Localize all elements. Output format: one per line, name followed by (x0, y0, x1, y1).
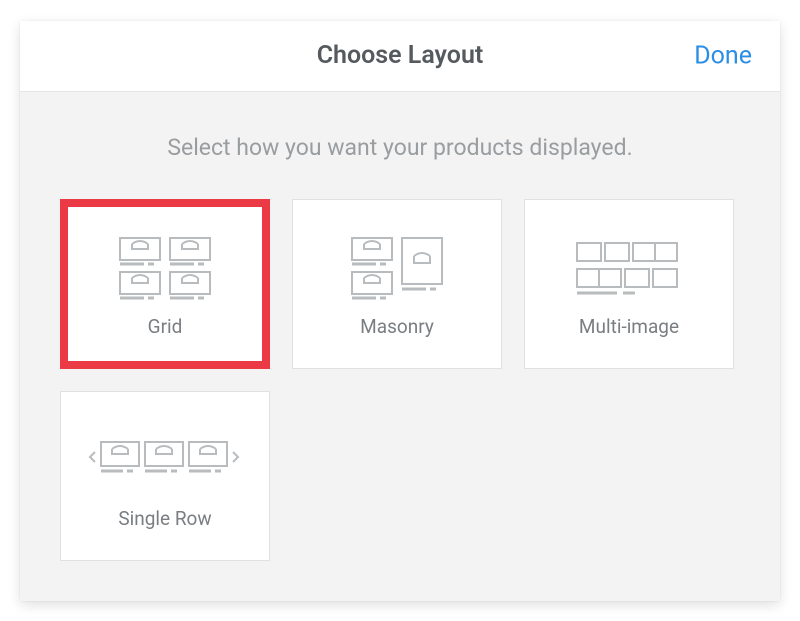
layout-options: Grid (60, 199, 740, 561)
grid-layout-icon (110, 229, 220, 309)
layout-option-single-row[interactable]: Single Row (60, 391, 270, 561)
layout-option-masonry[interactable]: Masonry (292, 199, 502, 369)
option-label: Masonry (360, 315, 434, 338)
panel-content: Select how you want your products displa… (20, 92, 780, 601)
option-label: Multi-image (579, 315, 679, 338)
layout-option-grid[interactable]: Grid (60, 199, 270, 369)
multi-image-layout-icon (569, 229, 689, 309)
panel-subtitle: Select how you want your products displa… (60, 134, 740, 161)
option-label: Grid (148, 315, 183, 338)
single-row-layout-icon (85, 421, 245, 501)
panel-header: Choose Layout Done (20, 21, 780, 92)
choose-layout-panel: Choose Layout Done Select how you want y… (20, 21, 780, 601)
option-label: Single Row (118, 507, 211, 530)
masonry-layout-icon (342, 229, 452, 309)
done-button[interactable]: Done (694, 41, 752, 70)
layout-option-multi-image[interactable]: Multi-image (524, 199, 734, 369)
panel-title: Choose Layout (20, 41, 780, 70)
